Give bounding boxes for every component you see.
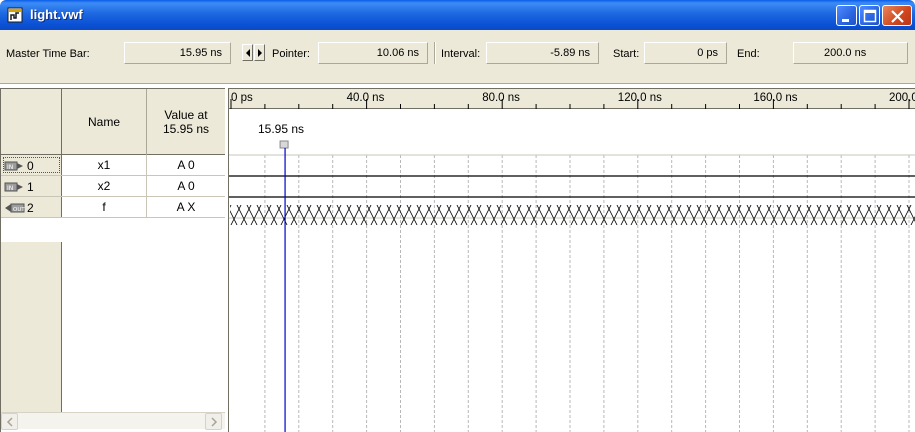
svg-text:IN: IN xyxy=(7,185,13,192)
node-index: 2 xyxy=(27,200,34,215)
waveform-canvas[interactable] xyxy=(229,89,915,432)
horizontal-scrollbar[interactable] xyxy=(1,412,225,430)
node-name-cell[interactable]: x2 xyxy=(62,176,147,196)
prev-transition-button[interactable] xyxy=(242,44,253,61)
close-button[interactable] xyxy=(882,5,912,26)
value-header-line1: Value at xyxy=(164,108,208,122)
toolbar-separator xyxy=(434,42,436,64)
scroll-left-icon xyxy=(6,417,13,427)
start-field[interactable]: 0 ps xyxy=(644,42,727,64)
node-value-cell[interactable]: A X xyxy=(147,197,225,217)
master-time-bar-label: Master Time Bar: xyxy=(6,48,90,60)
input-pin-icon: IN xyxy=(4,161,23,171)
title-bar[interactable]: light.vwf xyxy=(0,0,915,30)
next-transition-button[interactable] xyxy=(254,44,265,61)
svg-text:IN: IN xyxy=(7,164,13,171)
value-column-header[interactable]: Value at 15.95 ns xyxy=(147,89,225,155)
node-value-cell[interactable]: A 0 xyxy=(147,176,225,196)
node-index-cell[interactable]: IN 1 xyxy=(1,176,62,196)
node-index: 0 xyxy=(27,158,34,173)
end-field[interactable]: 200.0 ns xyxy=(793,42,908,64)
maximize-icon xyxy=(863,9,877,23)
interval-label: Interval: xyxy=(441,48,481,60)
arrow-left-icon xyxy=(246,49,250,57)
scroll-left-button[interactable] xyxy=(1,413,18,430)
node-row-x1[interactable]: IN 0 x1 A 0 xyxy=(1,155,225,176)
window-title: light.vwf xyxy=(30,7,83,22)
node-index-cell[interactable]: IN 0 xyxy=(1,155,62,175)
minimize-button[interactable] xyxy=(836,5,857,26)
end-label: End: xyxy=(737,48,760,60)
master-time-bar[interactable] xyxy=(279,140,289,432)
interval-field[interactable]: -5.89 ns xyxy=(486,42,599,64)
node-value-cell[interactable]: A 0 xyxy=(147,155,225,175)
node-name-cell[interactable]: f xyxy=(62,197,147,217)
minimize-icon xyxy=(842,19,849,22)
index-column-header[interactable] xyxy=(1,89,62,155)
waveform-f[interactable] xyxy=(230,205,915,225)
input-pin-icon: IN xyxy=(4,182,23,192)
pointer-field[interactable]: 10.06 ns xyxy=(318,42,428,64)
node-index: 1 xyxy=(27,179,34,194)
index-gutter xyxy=(1,242,62,428)
node-table-header: Name Value at 15.95 ns xyxy=(1,89,225,155)
master-time-handle[interactable] xyxy=(279,140,289,149)
svg-text:OUT: OUT xyxy=(13,207,25,213)
waveform-pane[interactable]: 0 ps 40.0 ns 80.0 ns 120.0 ns 160.0 ns 200.0 … xyxy=(228,88,915,432)
scroll-right-icon xyxy=(211,417,218,427)
master-time-bar-field[interactable]: 15.95 ns xyxy=(124,42,231,64)
waveform-file-icon xyxy=(7,7,23,23)
output-pin-icon: OUT xyxy=(5,203,25,213)
node-row-f[interactable]: OUT 2 f A X xyxy=(1,197,225,218)
name-column-label: Name xyxy=(87,115,120,129)
scroll-right-button[interactable] xyxy=(205,413,222,430)
node-table: Name Value at 15.95 ns IN 0 x1 A 0 IN 1 x… xyxy=(0,88,225,432)
node-index-cell[interactable]: OUT 2 xyxy=(1,197,62,217)
close-icon xyxy=(891,10,904,23)
name-column-header[interactable]: Name xyxy=(62,89,147,155)
node-name-cell[interactable]: x1 xyxy=(62,155,147,175)
arrow-right-icon xyxy=(258,49,262,57)
maximize-button[interactable] xyxy=(859,5,880,26)
pointer-label: Pointer: xyxy=(272,48,310,60)
time-toolbar: Master Time Bar: 15.95 ns Pointer: 10.06… xyxy=(0,30,915,84)
node-row-x2[interactable]: IN 1 x2 A 0 xyxy=(1,176,225,197)
value-header-line2: 15.95 ns xyxy=(162,122,210,136)
start-label: Start: xyxy=(613,48,640,60)
